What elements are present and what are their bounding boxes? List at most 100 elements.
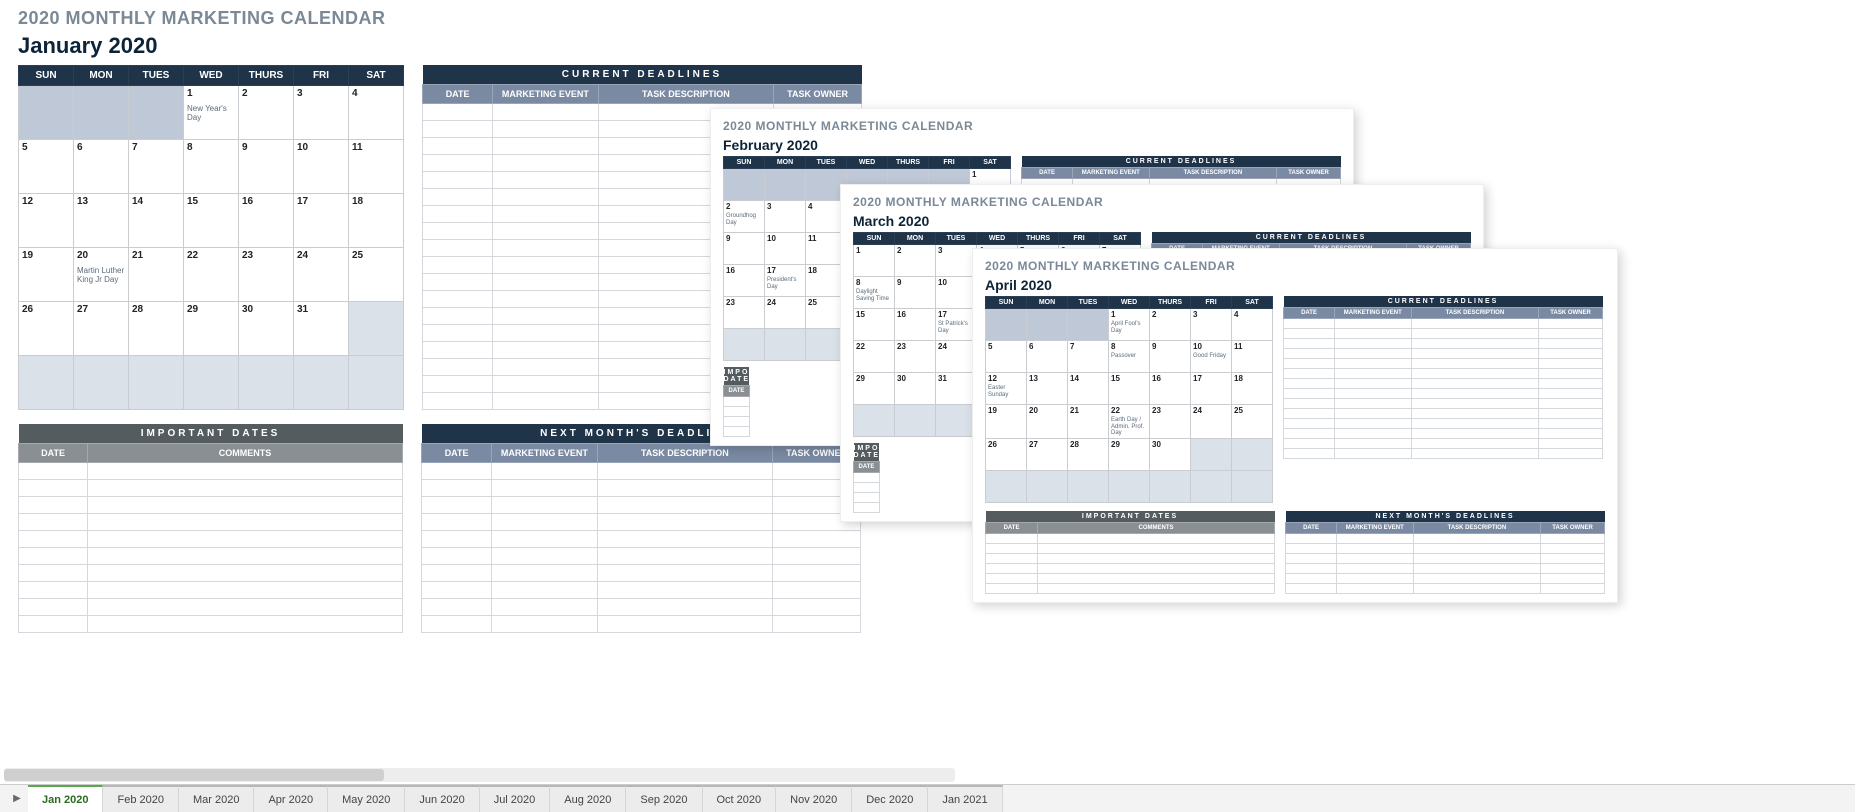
table-cell[interactable]	[724, 397, 750, 407]
calendar-cell[interactable]: 12	[19, 194, 74, 248]
calendar-cell[interactable]: 18	[349, 194, 404, 248]
table-cell[interactable]	[597, 531, 773, 548]
table-cell[interactable]	[493, 376, 598, 393]
calendar-cell[interactable]: 1New Year's Day	[184, 86, 239, 140]
table-cell[interactable]	[1286, 563, 1337, 573]
table-cell[interactable]	[1411, 329, 1539, 339]
table-cell[interactable]	[1335, 449, 1412, 459]
calendar-cell[interactable]: 22Earth Day / Admin. Prof. Day	[1109, 405, 1150, 439]
table-cell[interactable]	[1038, 543, 1275, 553]
table-cell[interactable]	[1335, 439, 1412, 449]
table-cell[interactable]	[493, 138, 598, 155]
calendar-cell[interactable]: 25	[1232, 405, 1273, 439]
calendar-cell[interactable]: 18	[1232, 373, 1273, 405]
table-cell[interactable]	[19, 565, 88, 582]
table-cell[interactable]	[1539, 379, 1603, 389]
calendar-cell[interactable]: 16	[895, 309, 936, 341]
calendar-cell[interactable]: 17	[294, 194, 349, 248]
table-cell[interactable]	[1539, 339, 1603, 349]
calendar-cell[interactable]: 24	[936, 341, 977, 373]
calendar-cell[interactable]: 12Easter Sunday	[986, 373, 1027, 405]
table-cell[interactable]	[1539, 389, 1603, 399]
table-cell[interactable]	[597, 565, 773, 582]
table-cell[interactable]	[854, 473, 880, 483]
table-cell[interactable]	[773, 616, 861, 633]
table-cell[interactable]	[724, 427, 750, 437]
calendar-cell[interactable]: 24	[1191, 405, 1232, 439]
calendar-cell[interactable]: 30	[895, 373, 936, 405]
calendar-cell[interactable]: 5	[19, 140, 74, 194]
calendar-cell[interactable]: 3	[1191, 309, 1232, 341]
table-cell[interactable]	[19, 582, 88, 599]
table-cell[interactable]	[88, 531, 403, 548]
table-cell[interactable]	[1337, 553, 1414, 563]
table-cell[interactable]	[1541, 533, 1605, 543]
table-cell[interactable]	[1284, 329, 1335, 339]
table-cell[interactable]	[493, 223, 598, 240]
table-cell[interactable]	[1286, 533, 1337, 543]
table-cell[interactable]	[597, 616, 773, 633]
table-cell[interactable]	[1335, 319, 1412, 329]
table-cell[interactable]	[597, 514, 773, 531]
table-cell[interactable]	[88, 514, 403, 531]
calendar-cell[interactable]: 31	[294, 302, 349, 356]
table-cell[interactable]	[1284, 359, 1335, 369]
calendar-cell[interactable]: 22	[854, 341, 895, 373]
table-cell[interactable]	[1539, 319, 1603, 329]
sheet-tab[interactable]: Jul 2020	[480, 785, 551, 812]
table-cell[interactable]	[1411, 379, 1539, 389]
table-cell[interactable]	[1335, 329, 1412, 339]
sheet-tab[interactable]: Sep 2020	[626, 785, 702, 812]
table-cell[interactable]	[1038, 583, 1275, 593]
table-cell[interactable]	[423, 308, 493, 325]
table-cell[interactable]	[423, 393, 493, 410]
table-cell[interactable]	[1541, 573, 1605, 583]
table-cell[interactable]	[493, 155, 598, 172]
table-cell[interactable]	[493, 104, 598, 121]
table-cell[interactable]	[773, 531, 861, 548]
calendar-cell[interactable]: 29	[854, 373, 895, 405]
table-cell[interactable]	[492, 497, 597, 514]
table-cell[interactable]	[1335, 359, 1412, 369]
calendar-cell[interactable]: 9	[239, 140, 294, 194]
calendar-cell[interactable]: 8	[184, 140, 239, 194]
calendar-cell[interactable]: 2Groundhog Day	[724, 201, 765, 233]
table-cell[interactable]	[1539, 329, 1603, 339]
table-cell[interactable]	[597, 582, 773, 599]
calendar-cell[interactable]: 3	[294, 86, 349, 140]
table-cell[interactable]	[1335, 429, 1412, 439]
calendar-cell[interactable]: 9	[1150, 341, 1191, 373]
table-cell[interactable]	[1284, 319, 1335, 329]
table-cell[interactable]	[19, 599, 88, 616]
table-cell[interactable]	[773, 582, 861, 599]
calendar-cell[interactable]: 2	[895, 245, 936, 277]
calendar-cell[interactable]: 20Martin Luther King Jr Day	[74, 248, 129, 302]
table-cell[interactable]	[1284, 429, 1335, 439]
calendar-cell[interactable]: 7	[1068, 341, 1109, 373]
table-cell[interactable]	[1038, 563, 1275, 573]
table-cell[interactable]	[1541, 583, 1605, 593]
table-cell[interactable]	[1411, 359, 1539, 369]
calendar-cell[interactable]: 16	[239, 194, 294, 248]
sheet-tab[interactable]: Jan 2021	[928, 785, 1002, 812]
calendar-cell[interactable]: 10Good Friday	[1191, 341, 1232, 373]
table-cell[interactable]	[1284, 379, 1335, 389]
calendar-cell[interactable]: 13	[1027, 373, 1068, 405]
table-cell[interactable]	[1539, 399, 1603, 409]
calendar-cell[interactable]: 10	[936, 277, 977, 309]
table-cell[interactable]	[1411, 419, 1539, 429]
table-cell[interactable]	[493, 121, 598, 138]
table-cell[interactable]	[19, 463, 88, 480]
table-cell[interactable]	[1335, 399, 1412, 409]
table-cell[interactable]	[88, 497, 403, 514]
calendar-cell[interactable]: 20	[1027, 405, 1068, 439]
calendar-cell[interactable]: 11	[1232, 341, 1273, 373]
table-cell[interactable]	[1539, 439, 1603, 449]
calendar-cell[interactable]: 17President's Day	[765, 265, 806, 297]
table-cell[interactable]	[1038, 573, 1275, 583]
table-cell[interactable]	[422, 548, 492, 565]
table-cell[interactable]	[422, 514, 492, 531]
table-cell[interactable]	[1539, 429, 1603, 439]
table-cell[interactable]	[423, 172, 493, 189]
table-cell[interactable]	[1335, 339, 1412, 349]
